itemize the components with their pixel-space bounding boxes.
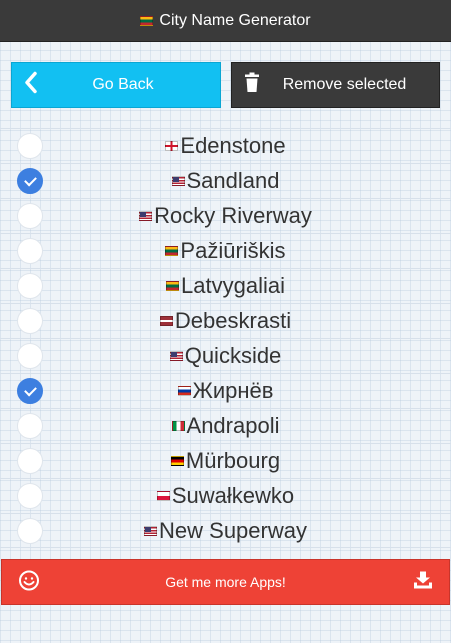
city-name: Pažiūriškis [180,238,286,263]
us-flag-icon [144,525,158,536]
remove-selected-button[interactable]: Remove selected [231,62,440,108]
lt-flag-icon [165,246,179,256]
lithuania-flag-icon [140,15,154,26]
city-checkbox[interactable] [17,133,43,159]
smiley-icon [18,570,40,595]
city-checkbox[interactable] [17,308,43,334]
get-more-apps-label: Get me more Apps! [165,574,286,590]
city-checkbox[interactable] [17,378,43,404]
city-name: Sandland [186,168,280,193]
city-checkbox[interactable] [17,448,43,474]
trash-icon [244,72,260,98]
remove-selected-label: Remove selected [282,76,407,93]
city-checkbox[interactable] [17,413,43,439]
de-flag-icon [170,456,184,466]
city-name: Debeskrasti [174,308,292,333]
city-checkbox[interactable] [17,238,43,264]
city-checkbox[interactable] [17,343,43,369]
us-flag-icon [171,176,185,186]
lv-flag-icon [159,316,173,326]
city-row[interactable]: Mürbourg [0,443,451,478]
city-row[interactable]: Edenstone [0,128,451,163]
city-name: Latvygaliai [181,273,285,298]
city-row[interactable]: Suwałkewko [0,478,451,513]
city-name: New Superway [159,517,307,543]
go-back-label: Go Back [92,76,154,93]
city-checkbox[interactable] [17,483,43,509]
ru-flag-icon [177,386,191,396]
en-flag-icon [165,141,179,151]
app-header: City Name Generator [0,0,451,42]
city-row[interactable]: Quickside [0,338,451,373]
us-flag-icon [169,351,183,361]
city-checkbox[interactable] [17,273,43,299]
city-row[interactable]: Жирнёв [0,373,451,408]
city-name: Suwałkewko [171,483,295,508]
city-name: Жирнёв [192,378,274,403]
city-name: Edenstone [180,133,286,158]
app-title: City Name Generator [159,11,311,29]
city-row[interactable]: Rocky Riverway [0,198,451,233]
city-list: Edenstone Sandland Rocky Riverway Pažiūrišk… [0,128,451,548]
city-row[interactable]: Sandland [0,163,451,198]
city-row[interactable]: Pažiūriškis [0,233,451,268]
download-icon [413,571,433,593]
city-row[interactable]: Andrapoli [0,408,451,443]
city-row[interactable]: Latvygaliai [0,268,451,303]
city-row[interactable]: Debeskrasti [0,303,451,338]
go-back-button[interactable]: Go Back [11,62,221,108]
city-name: Mürbourg [185,448,281,473]
lt-flag-icon [166,281,180,291]
city-checkbox[interactable] [17,203,43,229]
city-name: Quickside [184,343,282,368]
city-name: Andrapoli [186,413,280,438]
city-checkbox[interactable] [17,168,43,194]
pl-flag-icon [156,491,170,501]
chevron-left-icon [24,71,38,99]
it-flag-icon [171,421,185,431]
city-checkbox[interactable] [17,517,43,544]
city-name: Rocky Riverway [154,203,312,228]
city-row[interactable]: New Superway [0,513,451,548]
us-flag-icon [139,211,153,221]
get-more-apps-button[interactable]: Get me more Apps! [1,559,450,605]
